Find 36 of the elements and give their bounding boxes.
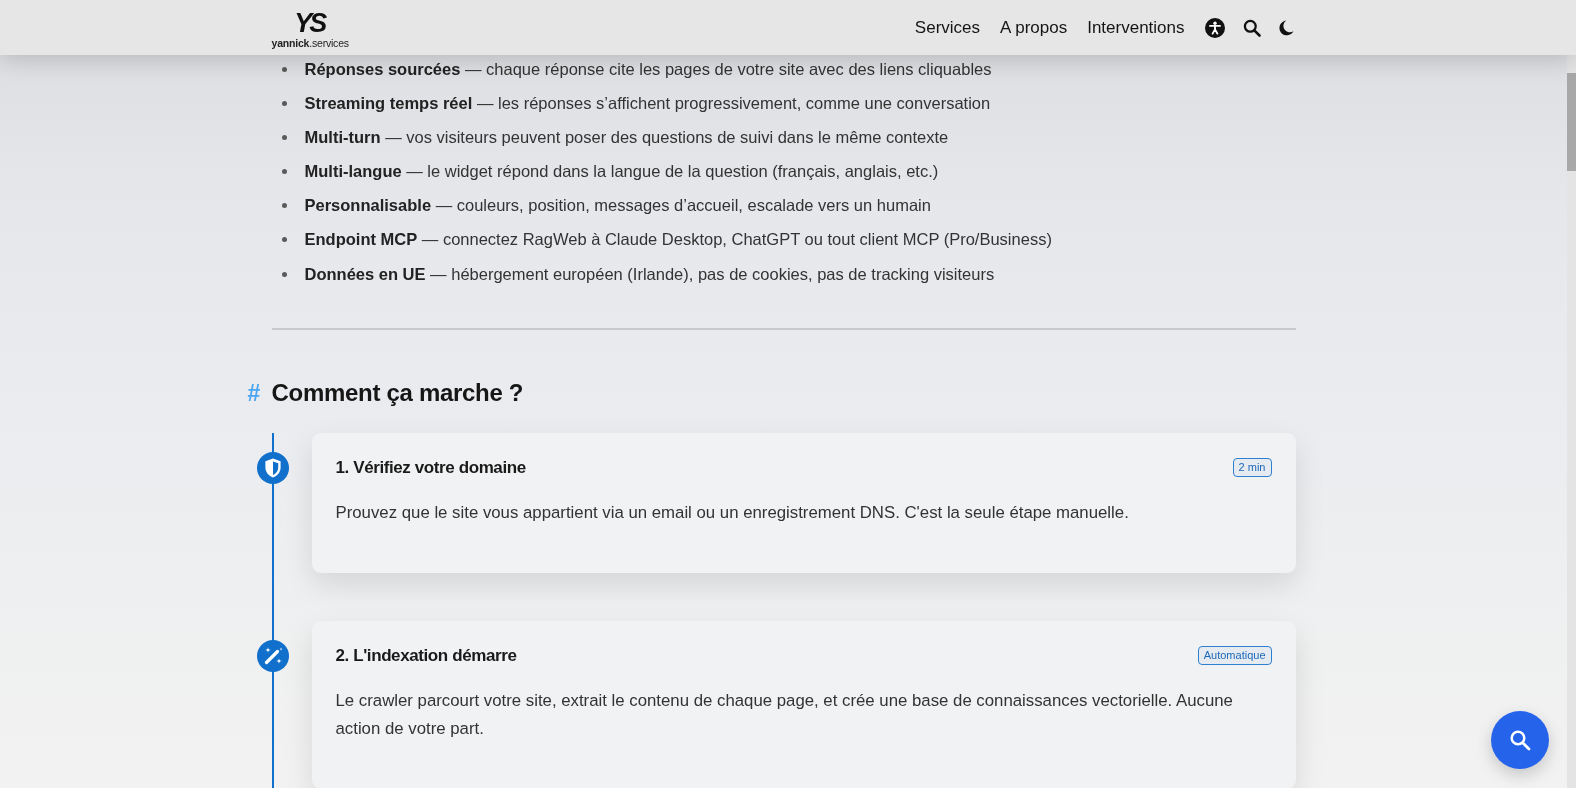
feature-text: Multi-langue — le widget répond dans la langue de la question (français, anglais, etc.) bbox=[304, 162, 939, 182]
shield-icon bbox=[256, 452, 289, 485]
bullet-icon bbox=[281, 134, 287, 140]
feature-text: Endpoint MCP — connectez RagWeb à Claude Desktop, ChatGPT ou tout client MCP (Pro/Business) bbox=[304, 230, 1052, 250]
accessibility-button[interactable] bbox=[1204, 17, 1225, 38]
step-title: 2. L'indexation démarre bbox=[335, 646, 517, 667]
feature-text: Données en UE — hébergement européen (Irlande), pas de cookies, pas de tracking visiteurs bbox=[304, 264, 995, 284]
step-description: Prouvez que le site vous appartient via un email ou un enregistrement DNS. C'est la seule étape manuelle. bbox=[335, 502, 1130, 525]
bullet-icon bbox=[281, 169, 287, 175]
nav-link[interactable]: Interventions bbox=[1087, 17, 1185, 38]
step-description: Le crawler parcourt votre site, extrait le contenu de chaque page, et crée une base de connaissances vectorielle. Aucune action de votre part. bbox=[335, 690, 1234, 741]
bullet-icon bbox=[281, 237, 287, 243]
bullet-icon bbox=[281, 203, 287, 209]
moon-icon bbox=[1278, 19, 1294, 36]
nav-link[interactable]: Services bbox=[914, 17, 981, 38]
scrollbar-track[interactable] bbox=[1567, 55, 1576, 788]
feature-text: Multi-turn — vos visiteurs peuvent poser des questions de suivi dans le même contexte bbox=[304, 127, 949, 147]
feature-text: Personnalisable — couleurs, position, messages d’accueil, escalade vers un humain bbox=[304, 196, 931, 216]
bullet-icon bbox=[281, 66, 287, 72]
nav-link[interactable]: A propos bbox=[1000, 17, 1068, 38]
step-badge: 2 min bbox=[1232, 457, 1272, 477]
search-icon bbox=[1509, 729, 1531, 751]
accessibility-icon bbox=[1204, 17, 1225, 38]
bullet-icon bbox=[281, 271, 287, 277]
section-heading: Comment ça marche ? bbox=[271, 379, 524, 408]
search-icon bbox=[1242, 18, 1261, 37]
search-button[interactable] bbox=[1242, 18, 1261, 37]
dark-mode-button[interactable] bbox=[1278, 19, 1294, 36]
feature-text: Réponses sourcées — chaque réponse cite les pages de votre site avec des liens cliquables bbox=[304, 59, 992, 79]
step-title: 1. Vérifiez votre domaine bbox=[335, 458, 526, 479]
bullet-icon bbox=[281, 100, 287, 106]
step-badge: Automatique bbox=[1197, 645, 1272, 665]
magic-wand-icon bbox=[256, 640, 289, 673]
site-logo[interactable]: YS yannick.services bbox=[271, 6, 349, 49]
feature-text: Streaming temps réel — les réponses s’affichent progressivement, comme une conversation bbox=[304, 93, 991, 113]
scrollbar-thumb[interactable] bbox=[1567, 73, 1576, 171]
